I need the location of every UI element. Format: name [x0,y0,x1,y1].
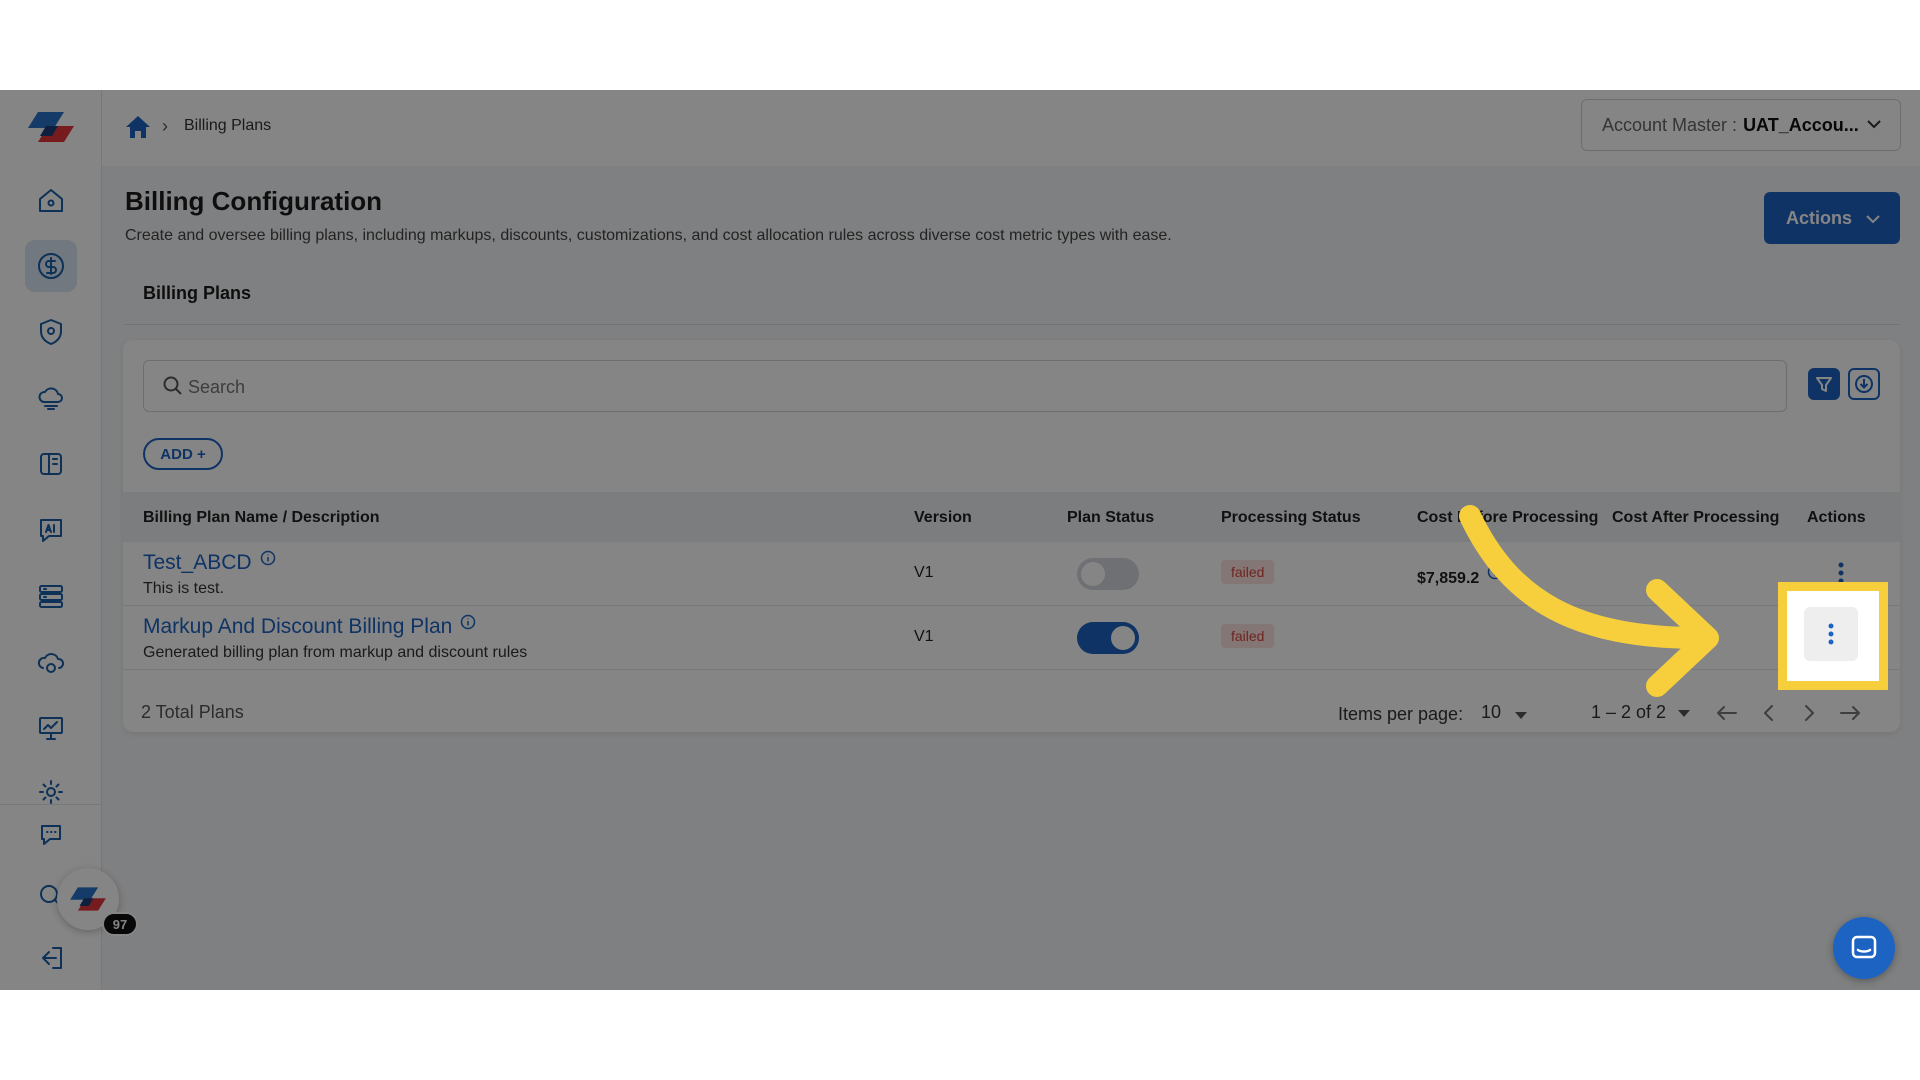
row-actions-button-highlighted[interactable] [1804,607,1858,661]
chat-icon [1851,935,1877,959]
app-frame: › Billing Plans Account Master : UAT_Acc… [0,90,1920,990]
tutorial-overlay [0,90,1920,990]
highlight-frame [1778,582,1888,690]
kebab-menu-icon [1828,623,1834,645]
chat-button[interactable] [1833,917,1895,979]
